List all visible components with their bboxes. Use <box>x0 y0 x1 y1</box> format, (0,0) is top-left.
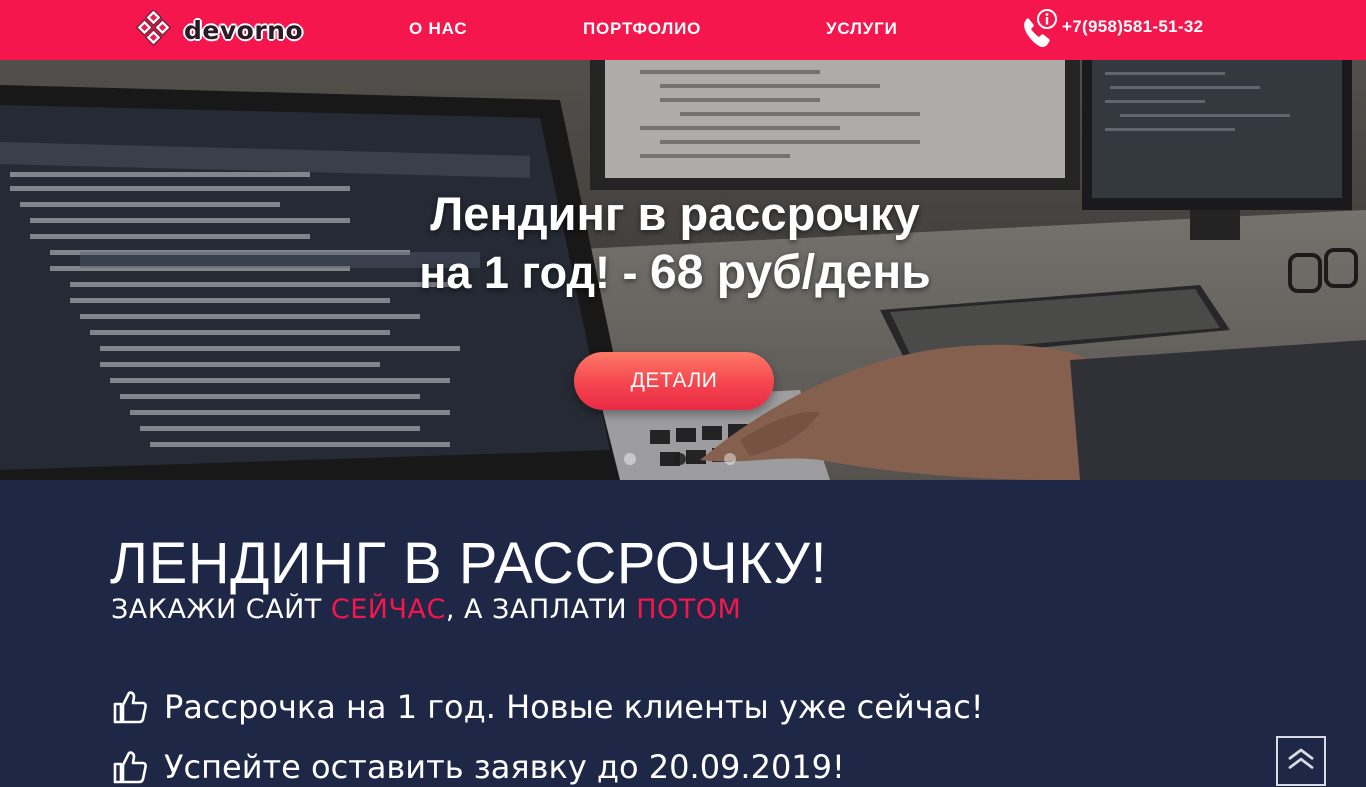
feature-text: Успейте оставить заявку до 20.09.2019! <box>164 748 845 786</box>
logo[interactable]: devorno <box>134 10 303 50</box>
feature-item: Рассрочка на 1 год. Новые клиенты уже се… <box>112 688 984 726</box>
slider-dots <box>624 453 736 465</box>
hero-title-price: 68 руб/день <box>650 246 931 299</box>
hero-title-line1: Лендинг в рассрочку <box>430 187 920 240</box>
slider-dot-1[interactable] <box>624 453 636 465</box>
phone-number: +7(958)581-51-32 <box>1062 17 1204 36</box>
feature-text: Рассрочка на 1 год. Новые клиенты уже се… <box>164 688 984 726</box>
subtitle-accent-now: СЕЙЧАС <box>330 594 446 625</box>
feature-item: Успейте оставить заявку до 20.09.2019! <box>112 748 845 786</box>
hero-title-line2-start: на 1 год! - <box>419 247 651 298</box>
hero-title: Лендинг в рассрочку на 1 год! - 68 руб/д… <box>0 185 1350 303</box>
hero-slider: Лендинг в рассрочку на 1 год! - 68 руб/д… <box>0 60 1366 480</box>
site-header: devorno О НАС ПОРТФОЛИО УСЛУГИ +7(958)58… <box>0 0 1366 60</box>
nav-services[interactable]: УСЛУГИ <box>826 19 898 39</box>
nav-about[interactable]: О НАС <box>409 19 467 39</box>
thumbs-up-icon <box>113 691 147 724</box>
installment-section: ЛЕНДИНГ В РАССРОЧКУ! ЗАКАЖИ САЙТ СЕЙЧАС,… <box>0 480 1366 786</box>
subtitle-part2: , А ЗАПЛАТИ <box>445 594 637 625</box>
logo-diamond-icon <box>135 10 172 47</box>
section-title: ЛЕНДИНГ В РАССРОЧКУ! <box>110 531 828 596</box>
details-button[interactable]: ДЕТАЛИ <box>574 352 774 410</box>
nav-portfolio[interactable]: ПОРТФОЛИО <box>583 19 701 39</box>
hero-title-line2: на 1 год! - 68 руб/день <box>0 243 1350 303</box>
phone-link[interactable]: +7(958)581-51-32 <box>1018 8 1203 50</box>
subtitle-accent-later: ПОТОМ <box>636 594 742 625</box>
slider-dot-3[interactable] <box>724 453 736 465</box>
logo-text: devorno <box>184 15 304 45</box>
section-subtitle: ЗАКАЖИ САЙТ СЕЙЧАС, А ЗАПЛАТИ ПОТОМ <box>111 594 741 625</box>
slider-dot-2[interactable] <box>674 453 686 465</box>
thumbs-up-icon <box>113 751 147 784</box>
subtitle-part1: ЗАКАЖИ САЙТ <box>111 594 331 625</box>
phone-info-icon <box>1024 9 1057 48</box>
scroll-to-top-button[interactable] <box>1276 736 1326 786</box>
chevrons-up-icon <box>1288 748 1314 769</box>
